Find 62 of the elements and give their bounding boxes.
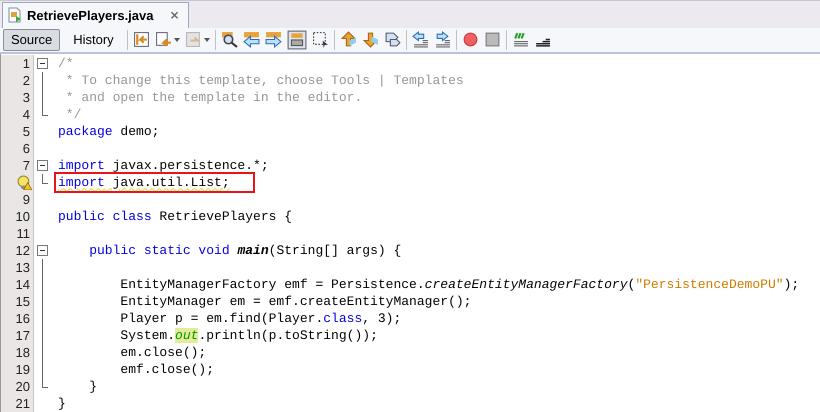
arrow-left-icon[interactable] (242, 31, 260, 48)
code-line: EntityManager em = emf.createEntityManager(); (119, 294, 472, 309)
file-tab[interactable]: RetrievePlayers.java × (2, 2, 189, 28)
last-edit-icon[interactable] (132, 31, 150, 48)
line-number: 11 (16, 226, 30, 241)
caret-icon[interactable] (174, 38, 180, 42)
line-number: 6 (22, 141, 30, 156)
java-file-icon (7, 7, 23, 24)
shift-right-icon[interactable] (434, 31, 451, 48)
line-number: 18 (16, 345, 30, 360)
line-number: 4 (22, 107, 30, 122)
line-number: 15 (16, 294, 30, 309)
caret-icon[interactable] (204, 38, 210, 42)
line-number: 14 (16, 277, 30, 292)
code-line: EntityManagerFactory emf = Persistence.createEntityManagerFactory("PersistenceDemoPU"); (119, 277, 800, 292)
line-number: 9 (22, 192, 30, 207)
highlight-toggle-icon[interactable] (286, 30, 307, 50)
line-number: 21 (16, 396, 30, 411)
line-number: 10 (16, 209, 30, 224)
code-line: package demo; (58, 124, 160, 139)
fold-toggle[interactable] (37, 58, 48, 69)
code-line: import javax.persistence.*; (58, 158, 269, 173)
line-number: 7 (22, 158, 30, 173)
line-number: 19 (16, 362, 30, 377)
comment-icon[interactable] (512, 31, 529, 48)
code-line: * To change this template, choose Tools | Templates (64, 73, 464, 88)
code-line: public static void main(String[] args) { (88, 243, 402, 258)
code-line: emf.close(); (119, 362, 214, 377)
line-number: 3 (22, 90, 30, 105)
line-number: 5 (22, 124, 30, 139)
line-number: 2 (22, 73, 30, 88)
search-icon[interactable] (220, 31, 238, 48)
arrow-up-icon[interactable] (340, 31, 357, 48)
line-number: 1 (22, 56, 30, 71)
line-number: 13 (16, 260, 30, 275)
code-line: import java.util.List; (57, 175, 252, 190)
record-icon[interactable] (462, 31, 479, 48)
line-number: 12 (16, 243, 30, 258)
line-number: 20 (16, 379, 30, 394)
fold-toggle[interactable] (37, 160, 48, 171)
code-line: public class RetrievePlayers { (58, 209, 292, 224)
close-icon[interactable]: × (169, 8, 180, 22)
selection-icon[interactable] (312, 31, 329, 48)
code-line: } (58, 396, 66, 411)
code-line: em.close(); (119, 345, 206, 360)
fold-toggle[interactable] (37, 245, 48, 256)
line-number: 16 (16, 311, 30, 326)
code-line: } (88, 379, 98, 394)
code-line: */ (64, 107, 82, 122)
code-line: /* (58, 56, 74, 71)
source-button[interactable]: Source (3, 28, 60, 51)
tag-icon[interactable] (384, 31, 401, 48)
code-line: System.out.println(p.toString()); (119, 328, 378, 343)
arrow-down-icon[interactable] (362, 31, 379, 48)
warning-bulb-icon[interactable] (17, 175, 32, 190)
arrow-right-icon[interactable] (264, 31, 282, 48)
shift-left-icon[interactable] (412, 31, 429, 48)
stop-icon[interactable] (484, 31, 501, 48)
code-line: * and open the template in the editor. (64, 90, 362, 105)
code-line: Player p = em.find(Player.class, 3); (119, 311, 402, 326)
line-number: 17 (16, 328, 30, 343)
history-button[interactable]: History (65, 28, 122, 51)
